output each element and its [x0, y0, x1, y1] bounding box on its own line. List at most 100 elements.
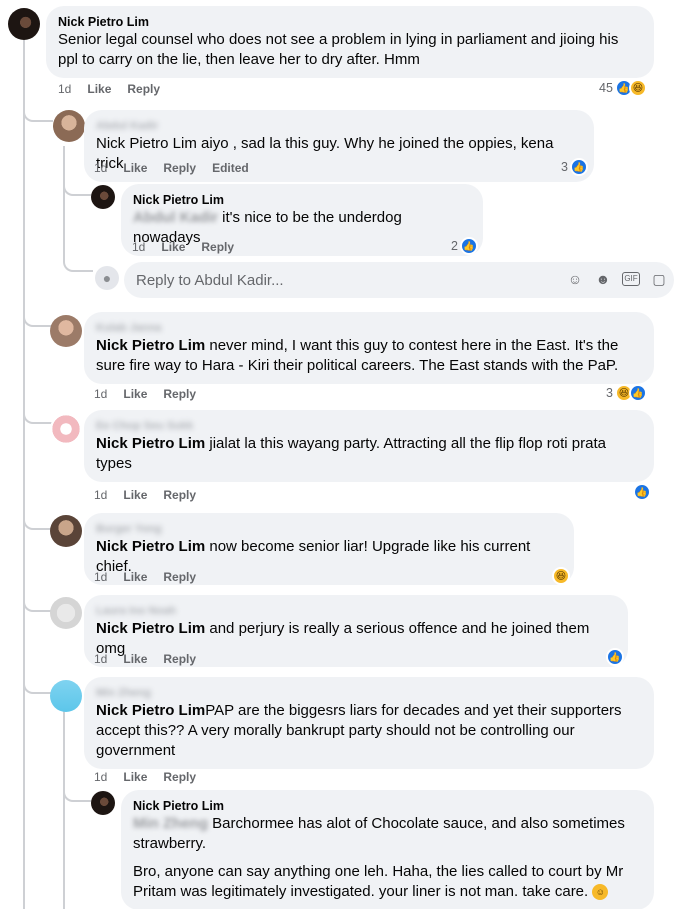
- thread-connector: [23, 100, 53, 122]
- avatar[interactable]: [50, 515, 82, 547]
- edited-label[interactable]: Edited: [212, 161, 249, 175]
- comment-text: Nick Pietro Lim jialat la this wayang pa…: [96, 435, 606, 472]
- comment-actions: 1d Like Reply: [58, 82, 160, 96]
- reply-tools: ☺ ☻ GIF ▢: [566, 270, 668, 288]
- commenter-name[interactable]: Laura Ino Noah: [96, 603, 616, 619]
- avatar[interactable]: [91, 185, 115, 209]
- like-button[interactable]: Like: [123, 652, 147, 666]
- commenter-name[interactable]: Kulab Janna: [96, 320, 642, 336]
- timestamp[interactable]: 1d: [94, 161, 107, 175]
- comment-actions: 1d Like Reply: [94, 488, 196, 502]
- commenter-name[interactable]: Abdul Kadir: [96, 118, 582, 134]
- thread-connector: [23, 508, 53, 530]
- avatar[interactable]: [91, 791, 115, 815]
- mention[interactable]: Nick Pietro Lim: [96, 702, 205, 719]
- like-button[interactable]: Like: [123, 387, 147, 401]
- thread-connector: [23, 672, 53, 694]
- comment-text-paragraph: Bro, anyone can say anything one leh. Ha…: [133, 863, 624, 901]
- reactions[interactable]: 3 😆 👍: [606, 384, 647, 402]
- comment-bubble: Ee Chop Seu Sukk Nick Pietro Lim jialat …: [84, 410, 654, 482]
- reaction-count: 45: [599, 81, 613, 95]
- mention[interactable]: Abdul Kadir: [133, 209, 218, 226]
- reactions[interactable]: 👍: [633, 483, 651, 501]
- like-button[interactable]: Like: [123, 570, 147, 584]
- mention[interactable]: Min Zheng: [133, 815, 208, 832]
- commenter-name[interactable]: Ee Chop Seu Sukk: [96, 418, 642, 434]
- like-button[interactable]: Like: [87, 82, 111, 96]
- timestamp[interactable]: 1d: [94, 770, 107, 784]
- like-button[interactable]: Like: [123, 770, 147, 784]
- like-icon: 👍: [628, 384, 647, 402]
- current-user-avatar[interactable]: ●: [95, 266, 119, 290]
- like-icon: 👍: [606, 648, 624, 666]
- thread-connector: [23, 590, 53, 612]
- haha-icon: 😆: [552, 567, 570, 585]
- like-button[interactable]: Like: [161, 240, 185, 254]
- comment-bubble: Min Zheng Nick Pietro LimPAP are the big…: [84, 677, 654, 769]
- reply-button[interactable]: Reply: [201, 240, 234, 254]
- reactions[interactable]: 2 👍: [451, 237, 478, 255]
- reactions[interactable]: 👍: [606, 648, 624, 666]
- timestamp[interactable]: 1d: [94, 488, 107, 502]
- reply-button[interactable]: Reply: [163, 570, 196, 584]
- haha-icon: 😆: [628, 79, 647, 97]
- avatar[interactable]: [50, 680, 82, 712]
- like-button[interactable]: Like: [123, 161, 147, 175]
- smiley-emoji-icon: ☺: [592, 884, 609, 901]
- commenter-name[interactable]: Burger Yong: [96, 521, 562, 537]
- user-icon: ●: [102, 270, 112, 286]
- mention[interactable]: Nick Pietro Lim: [96, 620, 205, 637]
- gif-icon[interactable]: GIF: [622, 272, 640, 286]
- mention[interactable]: Nick Pietro Lim: [96, 538, 205, 555]
- like-icon: 👍: [633, 483, 651, 501]
- mention[interactable]: Nick Pietro Lim: [96, 337, 205, 354]
- avatar[interactable]: [50, 413, 82, 445]
- thread-connector: [23, 402, 53, 424]
- avatar[interactable]: [53, 110, 85, 142]
- commenter-name[interactable]: Nick Pietro Lim: [133, 192, 471, 208]
- comment-actions: 1d Like Reply Edited: [94, 161, 249, 175]
- reactions[interactable]: 😆: [552, 567, 570, 585]
- reply-button[interactable]: Reply: [127, 82, 160, 96]
- comment-text: Nick Pietro Lim never mind, I want this …: [96, 337, 619, 374]
- reactions[interactable]: 3 👍: [561, 158, 588, 176]
- timestamp[interactable]: 1d: [132, 240, 145, 254]
- sticker-icon[interactable]: ▢: [650, 270, 668, 288]
- comment-text: Nick Pietro LimPAP are the biggesrs liar…: [96, 702, 622, 759]
- comment-actions: 1d Like Reply: [94, 387, 196, 401]
- thread-line-reply: [63, 703, 65, 909]
- commenter-name[interactable]: Min Zheng: [96, 685, 642, 701]
- like-button[interactable]: Like: [123, 488, 147, 502]
- reaction-count: 3: [561, 160, 568, 174]
- comment-actions: 1d Like Reply: [94, 652, 196, 666]
- reactions[interactable]: 45 👍 😆: [599, 79, 647, 97]
- avatar-sticker-icon[interactable]: ☺: [566, 270, 584, 288]
- mention[interactable]: Nick Pietro Lim: [96, 135, 197, 152]
- comment-text: Senior legal counsel who does not see a …: [58, 31, 619, 68]
- avatar[interactable]: [50, 315, 82, 347]
- reply-button[interactable]: Reply: [163, 652, 196, 666]
- avatar[interactable]: [8, 8, 40, 40]
- comment-actions: 1d Like Reply: [94, 570, 196, 584]
- reply-button[interactable]: Reply: [163, 161, 196, 175]
- comment-actions: 1d Like Reply: [94, 770, 196, 784]
- timestamp[interactable]: 1d: [94, 387, 107, 401]
- reply-button[interactable]: Reply: [163, 387, 196, 401]
- thread-connector: [23, 305, 53, 327]
- emoji-icon[interactable]: ☻: [594, 270, 612, 288]
- reaction-count: 2: [451, 239, 458, 253]
- commenter-name[interactable]: Nick Pietro Lim: [58, 14, 642, 30]
- commenter-name[interactable]: Nick Pietro Lim: [133, 798, 642, 814]
- avatar[interactable]: [50, 597, 82, 629]
- thread-line-reply: [63, 146, 65, 260]
- timestamp[interactable]: 1d: [94, 652, 107, 666]
- thread-connector: [63, 776, 91, 802]
- comment-bubble: Kulab Janna Nick Pietro Lim never mind, …: [84, 312, 654, 384]
- comment-actions: 1d Like Reply: [132, 240, 234, 254]
- mention[interactable]: Nick Pietro Lim: [96, 435, 205, 452]
- reply-button[interactable]: Reply: [163, 770, 196, 784]
- timestamp[interactable]: 1d: [58, 82, 71, 96]
- timestamp[interactable]: 1d: [94, 570, 107, 584]
- reply-button[interactable]: Reply: [163, 488, 196, 502]
- reply-input[interactable]: Reply to Abdul Kadir... ☺ ☻ GIF ▢: [124, 262, 674, 298]
